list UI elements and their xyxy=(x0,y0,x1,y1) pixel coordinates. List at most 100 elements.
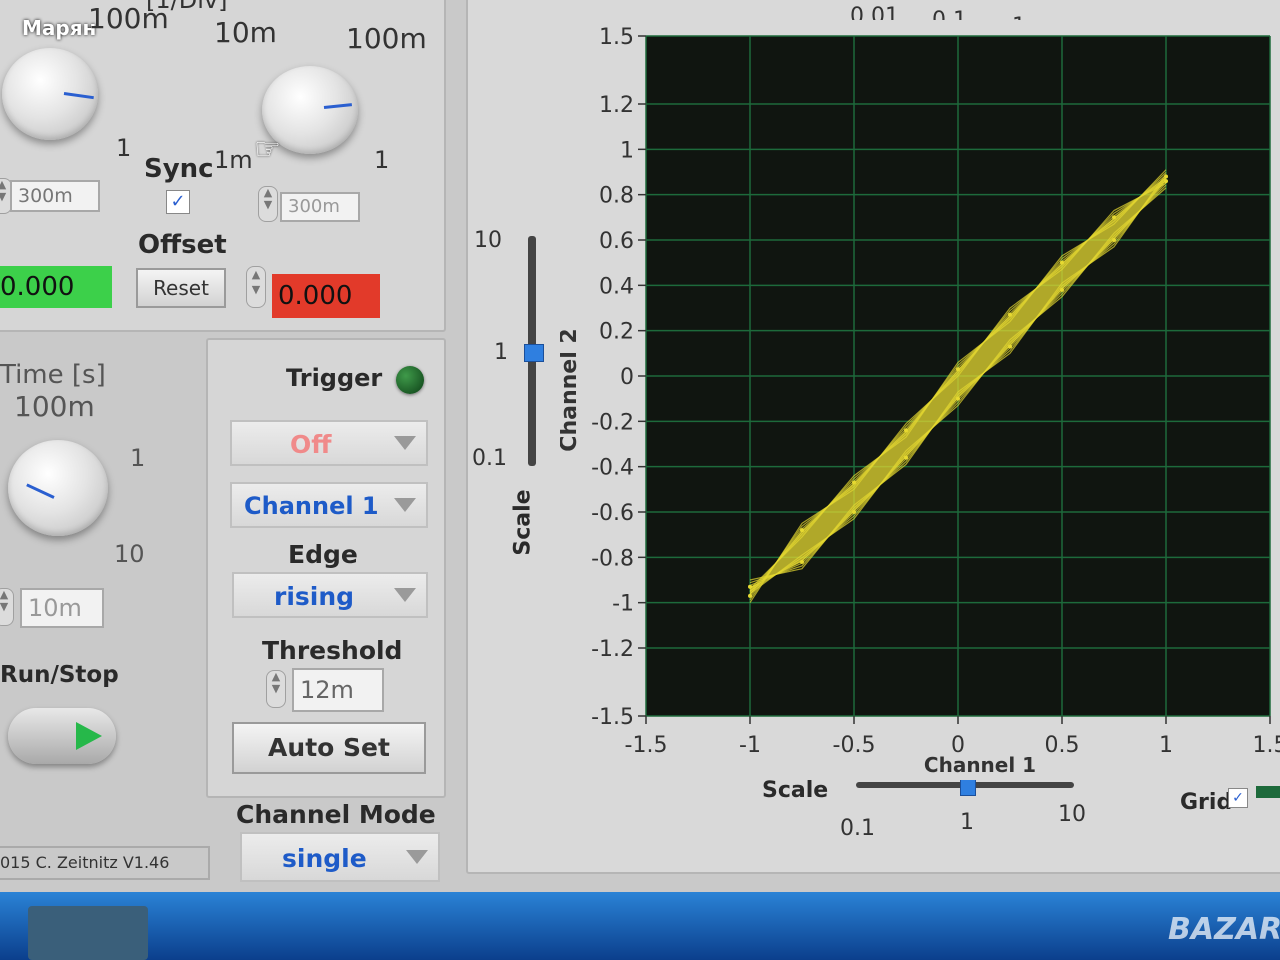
y-tick-label: 0 xyxy=(620,365,634,390)
channel-mode-dropdown[interactable]: single xyxy=(240,832,440,882)
x-scale-label: Scale xyxy=(762,778,829,803)
y-scale-label: Scale xyxy=(510,489,536,556)
ch2-scale-spinner[interactable]: ▲ ▼ xyxy=(258,186,278,222)
run-stop-label: Run/Stop xyxy=(0,662,119,688)
x-tick-label: -0.5 xyxy=(833,733,876,758)
trace-series-1-point xyxy=(1112,215,1116,220)
sync-checkbox[interactable]: ✓ xyxy=(166,190,190,214)
y-tick-label: -1.5 xyxy=(591,705,634,730)
grid-checkbox[interactable]: ✓ xyxy=(1228,788,1248,808)
y-tick-label: -0.6 xyxy=(591,501,634,526)
x-tick-label: 1 xyxy=(1159,733,1173,758)
play-icon xyxy=(76,722,102,750)
trace-series-2-point xyxy=(1008,344,1012,349)
y-scale-slider-thumb[interactable] xyxy=(524,344,544,362)
trigger-source-value: Channel 1 xyxy=(244,492,379,520)
time-knob-label-bottom-right: 10 xyxy=(114,540,145,568)
reset-button[interactable]: Reset xyxy=(136,268,226,308)
ch1-knob-label-top: 100m xyxy=(88,2,169,35)
trace-series-2-point xyxy=(1164,179,1168,184)
trace-series-1-point xyxy=(1008,312,1012,317)
time-knob-label-right: 1 xyxy=(130,444,146,472)
y-tick-label: 1.5 xyxy=(599,25,634,50)
y-tick-label: 0.2 xyxy=(599,320,634,345)
trigger-source-dropdown[interactable]: Channel 1 xyxy=(230,482,428,528)
trigger-led xyxy=(396,366,424,394)
ch2-knob-label-top-left: 10m xyxy=(214,16,277,49)
edge-value: rising xyxy=(274,582,355,611)
chevron-down-icon xyxy=(394,436,416,450)
trace-series-1-point xyxy=(956,367,960,372)
x-scale-tick-10: 10 xyxy=(1058,802,1086,827)
trace-series-1-point xyxy=(852,480,856,485)
edge-dropdown[interactable]: rising xyxy=(232,572,428,618)
trace-series-2-point xyxy=(904,455,908,460)
auto-set-button[interactable]: Auto Set xyxy=(232,722,426,774)
trigger-mode-value: Off xyxy=(290,430,332,459)
x-axis-label: Channel 1 xyxy=(924,753,1036,777)
trace-series-2-point xyxy=(852,510,856,514)
ch2-offset-display[interactable]: 0.000 xyxy=(272,274,380,318)
y-tick-label: -1 xyxy=(612,592,634,617)
channel-mode-label: Channel Mode xyxy=(236,800,436,829)
hand-cursor-icon: ☞ xyxy=(254,132,281,167)
version-credit: 015 C. Zeitnitz V1.46 xyxy=(0,846,210,880)
taskbar-app-icon[interactable] xyxy=(28,906,148,960)
ch2-knob-indicator xyxy=(323,103,353,109)
channel-mode-value: single xyxy=(282,844,367,873)
x-tick-label: 0.5 xyxy=(1045,733,1080,758)
time-title: Time [s] xyxy=(0,360,106,390)
chevron-down-icon xyxy=(406,850,428,864)
trace-color-swatch-2[interactable] xyxy=(1256,786,1280,798)
time-knob-label-top: 100m xyxy=(14,390,95,423)
x-scale-tick-1: 1 xyxy=(960,810,974,835)
y-tick-label: -0.8 xyxy=(591,546,634,571)
x-tick-label: 1.5 xyxy=(1253,733,1280,758)
time-knob-indicator xyxy=(26,483,55,499)
chevron-down-icon xyxy=(394,498,416,512)
x-tick-label: -1.5 xyxy=(625,733,668,758)
threshold-value[interactable]: 12m xyxy=(292,668,384,712)
y-tick-label: -0.4 xyxy=(591,456,634,481)
chevron-down-icon xyxy=(394,588,416,602)
ch1-offset-display[interactable]: 0.000 xyxy=(0,266,112,308)
y-scale-tick-1: 1 xyxy=(494,340,508,365)
run-stop-button[interactable] xyxy=(8,708,116,764)
watermark-user: Марян xyxy=(22,16,97,40)
trigger-mode-dropdown[interactable]: Off xyxy=(230,420,428,466)
x-scale-tick-0.1: 0.1 xyxy=(840,816,875,841)
grid-label: Grid xyxy=(1180,790,1233,815)
trace-series-1-point xyxy=(904,428,908,433)
y-tick-label: 1.2 xyxy=(599,93,634,118)
ch2-scale-value[interactable]: 300m xyxy=(280,192,360,222)
y-scale-tick-10: 10 xyxy=(474,228,502,253)
ch1-scale-value[interactable]: 300m xyxy=(10,180,100,212)
threshold-spinner[interactable]: ▲ ▼ xyxy=(266,670,286,708)
trace-series-2-point xyxy=(1060,287,1064,292)
y-tick-label: -0.2 xyxy=(591,410,634,435)
taskbar xyxy=(0,892,1280,960)
trace-series-1-point xyxy=(1060,260,1064,265)
y-axis-label: Channel 2 xyxy=(560,328,582,451)
y-tick-label: 0.8 xyxy=(599,184,634,209)
trace-series-1-point xyxy=(800,528,804,533)
time-spinner[interactable]: ▲ ▼ xyxy=(0,588,14,626)
ch2-knob-label-left: 1m xyxy=(214,146,253,174)
ch1-scale-knob[interactable] xyxy=(2,48,98,140)
trigger-title: Trigger xyxy=(286,364,383,392)
time-value[interactable]: 10m xyxy=(20,588,104,628)
sync-label: Sync xyxy=(144,154,214,184)
y-scale-tick-0.1: 0.1 xyxy=(472,446,507,471)
threshold-label: Threshold xyxy=(262,636,403,665)
trace-series-2-point xyxy=(1112,238,1116,242)
ch2-knob-label-right: 1 xyxy=(374,146,390,174)
y-tick-label: 0.6 xyxy=(599,229,634,254)
trace-series-2-point xyxy=(748,584,752,589)
trace-series-2-point xyxy=(956,396,960,401)
trace-series-1-point xyxy=(748,593,752,598)
ch2-offset-spinner[interactable]: ▲ ▼ xyxy=(246,266,266,308)
time-knob[interactable] xyxy=(8,440,108,536)
watermark-brand: BAZAR xyxy=(1168,912,1280,947)
x-tick-label: -1 xyxy=(739,733,761,758)
xy-plot: 1.5 1.2 1 0.8 0.6 0.4 0.2 0 -0.2 -0.4 -0.6 -0.8 -1 -1… xyxy=(560,20,1280,780)
